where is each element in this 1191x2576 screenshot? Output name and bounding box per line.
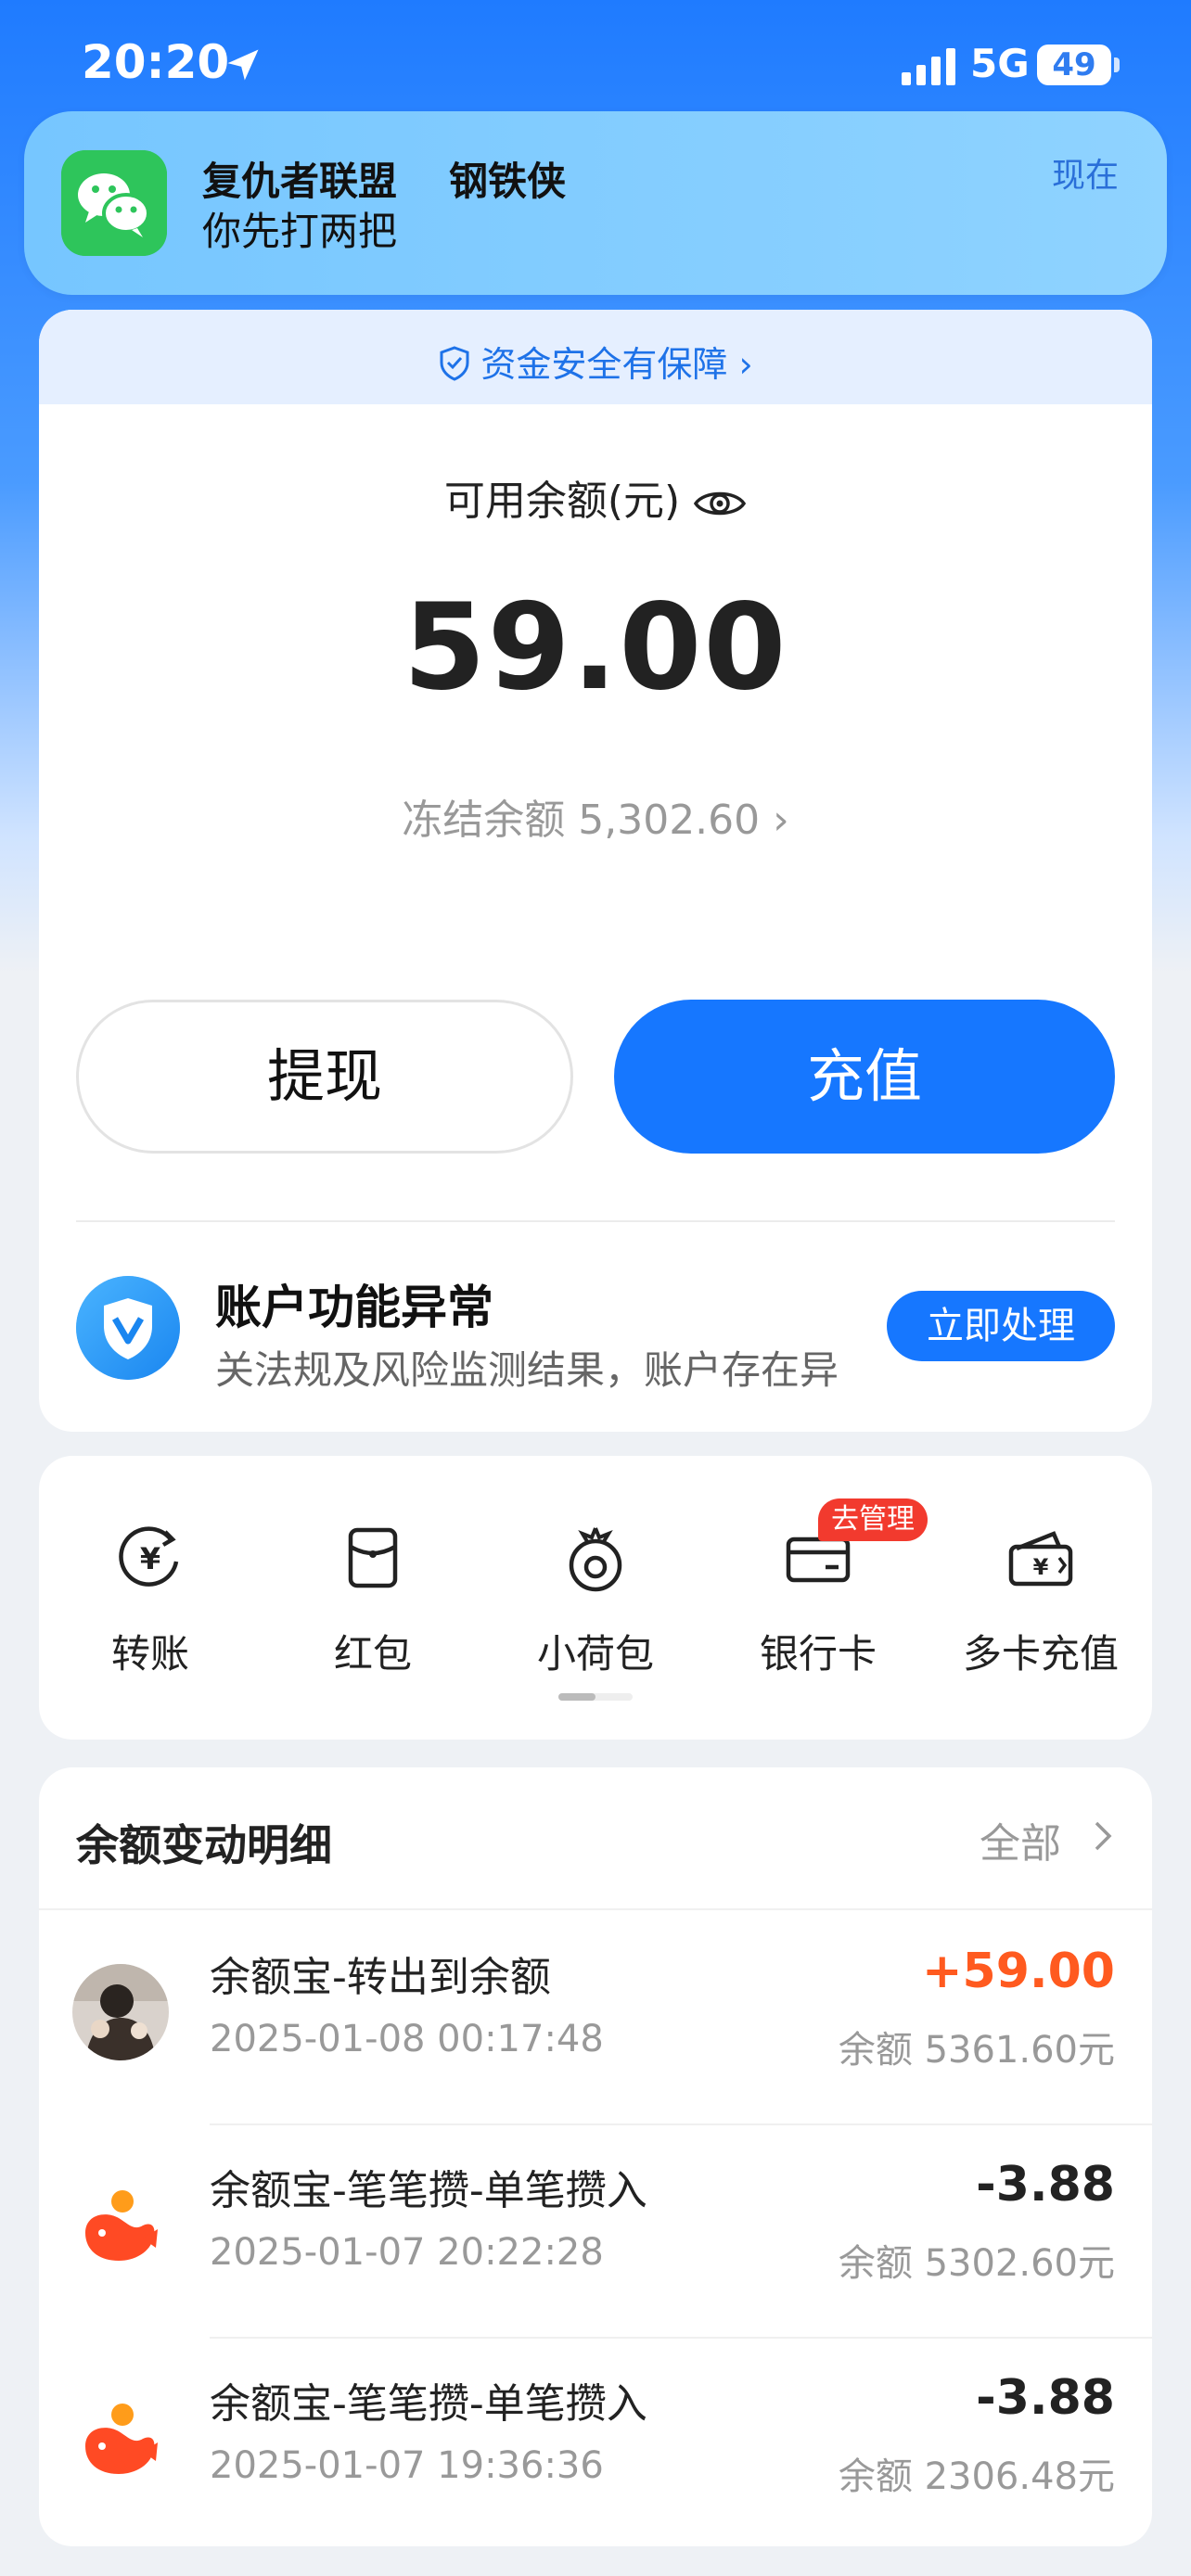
divider: [39, 1908, 1152, 1910]
notification-message: 你先打两把: [202, 209, 398, 254]
transaction-date: 2025-01-07 20:22:28: [210, 2231, 604, 2274]
frozen-amount: 5,302.60: [578, 797, 761, 844]
manage-badge[interactable]: 去管理: [818, 1498, 928, 1541]
available-balance: 59.00: [403, 579, 788, 717]
signal-icon: [902, 48, 955, 85]
transaction-balance: 余额 5361.60元: [838, 2029, 1115, 2072]
transaction-amount: +59.00: [921, 1944, 1115, 1999]
frozen-label: 冻结余额: [402, 797, 566, 844]
multi-card-topup-icon: ¥: [1008, 1531, 1073, 1587]
safety-text: 资金安全有保障: [480, 344, 728, 385]
balance-transactions-card: 余额变动明细 全部 余额宝-转出到余额 2025-01-08 00:17:48 …: [39, 1767, 1152, 2546]
svg-text:¥: ¥: [140, 1541, 160, 1576]
withdraw-button[interactable]: 提现: [76, 1000, 573, 1154]
alert-description: 关法规及风险监测结果，账户存在异: [215, 1347, 839, 1393]
status-bar: 20:20 5G 49: [0, 0, 1191, 121]
quick-action-multi-card-topup[interactable]: ¥ 多卡充值: [929, 1521, 1152, 1679]
chevron-right-icon: ›: [727, 344, 753, 385]
view-all-link[interactable]: 全部: [980, 1810, 1061, 1869]
wechat-notification[interactable]: 复仇者联盟 钢铁侠 你先打两把 现在: [24, 111, 1167, 295]
frozen-balance-link[interactable]: 冻结余额 5,302.60 ›: [39, 786, 1152, 846]
transaction-balance: 余额 5302.60元: [838, 2242, 1115, 2285]
quick-action-label: 多卡充值: [962, 1631, 1119, 1677]
transactions-title: 余额变动明细: [76, 1820, 332, 1870]
transaction-row[interactable]: 余额宝-笔笔攒-单笔攒入 2025-01-07 20:22:28 -3.88 余…: [39, 2125, 1152, 2339]
transaction-name: 余额宝-笔笔攒-单笔攒入: [210, 2167, 647, 2214]
transaction-row[interactable]: 余额宝-转出到余额 2025-01-08 00:17:48 +59.00 余额 …: [39, 1912, 1152, 2125]
quick-action-label: 转账: [110, 1631, 189, 1677]
notification-sender: 钢铁侠: [449, 159, 567, 204]
quick-action-label: 银行卡: [759, 1631, 877, 1677]
battery-tip: [1114, 57, 1120, 72]
topup-button[interactable]: 充值: [614, 1000, 1115, 1154]
yuebao-logo-icon: [72, 2177, 169, 2274]
avatar: [72, 1964, 169, 2060]
chevron-right-icon: ›: [773, 797, 789, 844]
notification-time: 现在: [1052, 157, 1120, 195]
transaction-balance: 余额 2306.48元: [838, 2455, 1115, 2498]
quick-action-label: 小荷包: [536, 1631, 654, 1677]
quick-actions-card: ¥ 转账 红包 小荷包 银行卡 ¥ 多卡充值 去管理: [39, 1456, 1152, 1740]
balance-card: 资金安全有保障 › 可用余额(元) 59.00 冻结余额 5,302.60 › …: [39, 310, 1152, 1432]
small-pouch-icon: [569, 1527, 622, 1592]
transaction-date: 2025-01-07 19:36:36: [210, 2444, 604, 2487]
transaction-date: 2025-01-08 00:17:48: [210, 2018, 604, 2060]
chevron-right-icon[interactable]: [1091, 1819, 1115, 1853]
status-time: 20:20: [82, 35, 230, 89]
quick-action-small-pouch[interactable]: 小荷包: [484, 1521, 707, 1679]
svg-text:¥: ¥: [1033, 1554, 1049, 1580]
transaction-name: 余额宝-笔笔攒-单笔攒入: [210, 2380, 647, 2428]
wechat-icon: [61, 150, 167, 256]
divider: [76, 1220, 1115, 1222]
fund-safety-banner[interactable]: 资金安全有保障 ›: [39, 310, 1152, 404]
battery-icon: 49: [1037, 45, 1111, 85]
transfer-icon: ¥: [119, 1526, 179, 1587]
location-arrow-icon: [227, 49, 259, 81]
alert-title: 账户功能异常: [215, 1281, 493, 1334]
shield-check-icon: [440, 346, 469, 381]
yuebao-logo-icon: [72, 2391, 169, 2487]
eye-icon[interactable]: [693, 485, 747, 522]
quick-action-transfer[interactable]: ¥ 转账: [39, 1521, 262, 1679]
quick-action-red-envelope[interactable]: 红包: [262, 1521, 484, 1679]
handle-now-button[interactable]: 立即处理: [887, 1291, 1115, 1361]
network-type: 5G: [970, 41, 1030, 86]
scroll-indicator-thumb: [558, 1693, 596, 1701]
quick-action-bank-card[interactable]: 银行卡: [707, 1521, 929, 1679]
quick-action-label: 红包: [333, 1631, 412, 1677]
transaction-amount: -3.88: [976, 2157, 1115, 2213]
balance-label: 可用余额(元): [443, 478, 681, 525]
red-envelope-icon: [348, 1527, 398, 1588]
transaction-amount: -3.88: [976, 2370, 1115, 2426]
transaction-row[interactable]: 余额宝-笔笔攒-单笔攒入 2025-01-07 19:36:36 -3.88 余…: [39, 2339, 1152, 2546]
shield-v-icon: [76, 1276, 180, 1380]
notification-title: 复仇者联盟: [202, 159, 398, 204]
transaction-name: 余额宝-转出到余额: [210, 1954, 551, 2001]
